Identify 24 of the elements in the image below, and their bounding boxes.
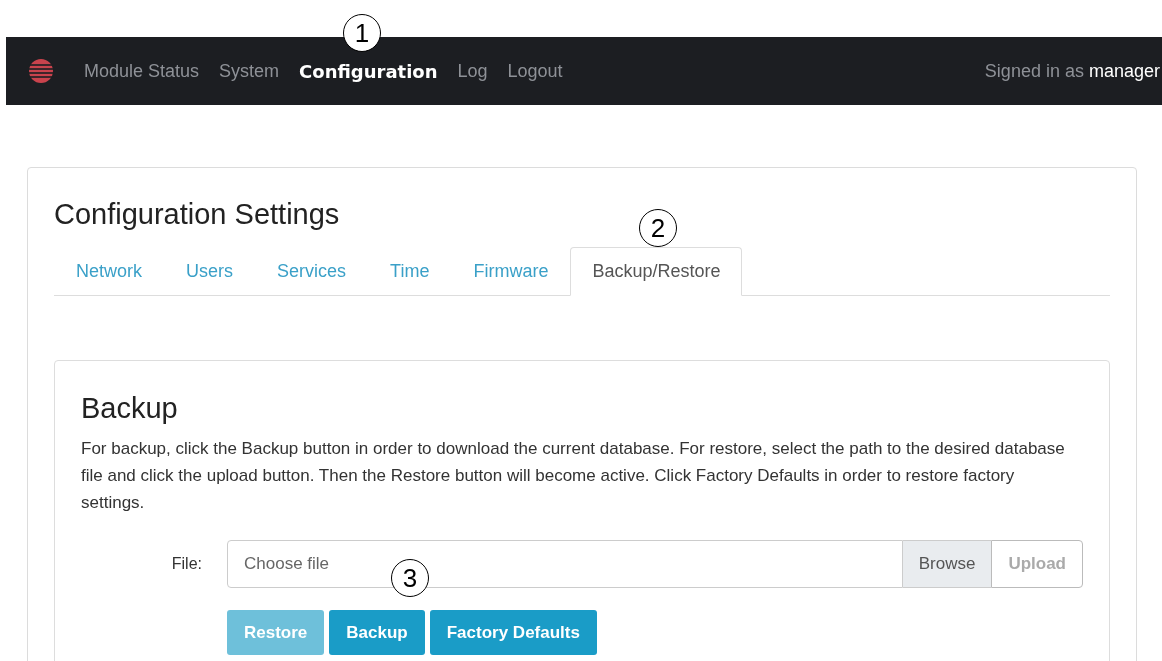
tab[interactable]: Network [54,247,164,295]
tab[interactable]: Users [164,247,256,295]
logo-icon [28,58,54,84]
signed-in-label: Signed in as [984,60,1085,81]
callout-marker: 2 [639,209,677,247]
nav-link[interactable]: System [219,57,280,85]
tab[interactable]: Firmware [451,247,571,295]
page-title: Configuration Settings [54,197,340,232]
nav-link[interactable]: Log [457,57,488,85]
file-label: File: [170,554,203,574]
browse-button[interactable]: Browse [902,540,992,588]
nav-link[interactable]: Module Status [84,57,200,85]
callout-marker: 3 [391,559,429,597]
description: For backup, click the Backup button in order to download the current database. For restore, select the path to the desired database file and click the upload button. Then the Restore button will become active. Click Factory Defaults in order to restore factory settings. [81,438,1066,514]
nav-link[interactable]: Configuration [299,57,438,85]
tab[interactable]: Backup/Restore [570,247,743,296]
section-heading: Backup [81,391,179,425]
username: manager [1088,60,1160,81]
callout-marker: 1 [343,14,381,52]
action-button[interactable]: Factory Defaults [429,610,597,655]
action-button[interactable]: Backup [329,610,425,655]
nav-link[interactable]: Logout [507,57,563,85]
tab[interactable]: Time [368,247,452,295]
tab[interactable]: Services [255,247,369,295]
